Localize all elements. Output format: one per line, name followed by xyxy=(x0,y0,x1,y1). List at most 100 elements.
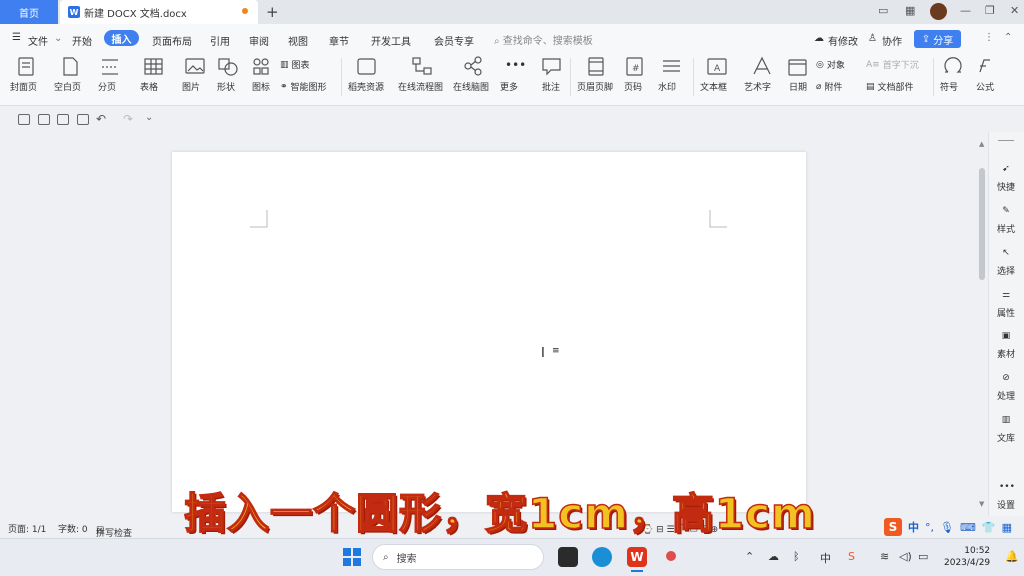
home-tab[interactable]: 首页 xyxy=(0,0,58,24)
object-button[interactable]: ◎ 对象 xyxy=(816,58,845,72)
ime-lang[interactable]: 中 xyxy=(908,519,919,535)
table-button[interactable]: 表格 xyxy=(140,80,158,93)
taskbar-clock[interactable]: 10:52 2023/4/29 xyxy=(944,545,990,569)
page-break-button[interactable]: 分页 xyxy=(98,80,116,93)
panel-quick[interactable]: ➹ 快捷 xyxy=(988,164,1024,193)
has-changes-label[interactable]: 有修改 xyxy=(828,33,858,48)
textbox-button[interactable]: 文本框 xyxy=(700,80,727,93)
panel-process[interactable]: ⊘ 处理 xyxy=(988,373,1024,402)
tray-sogou-icon[interactable]: S xyxy=(848,550,855,563)
scroll-down-icon[interactable]: ▼ xyxy=(979,500,984,508)
menu-chapter[interactable]: 章节 xyxy=(329,33,349,48)
ime-toolbar[interactable]: S 中 °, 🎙 ⌨ 👕 ▦ xyxy=(880,516,1024,538)
command-search[interactable]: ⌕ 查找命令、搜索模板 xyxy=(494,32,593,47)
app-icon[interactable] xyxy=(558,547,578,567)
panel-settings[interactable]: ••• 设置 xyxy=(988,482,1024,511)
picture-button[interactable]: 图片 xyxy=(182,80,200,93)
wps-office-icon[interactable]: W xyxy=(627,547,647,567)
mic-icon[interactable]: 🎙 xyxy=(940,521,954,534)
tray-cloud-icon[interactable]: ☁ xyxy=(768,550,779,563)
menu-references[interactable]: 引用 xyxy=(210,33,230,48)
new-tab-button[interactable]: + xyxy=(266,3,279,21)
menu-member[interactable]: 会员专享 xyxy=(434,33,474,48)
print-icon[interactable] xyxy=(57,114,69,125)
panel-properties[interactable]: ⚌ 属性 xyxy=(988,290,1024,319)
symbol-button[interactable]: 符号 xyxy=(940,80,958,93)
comment-button[interactable]: 批注 xyxy=(542,80,560,93)
ime-punct-icon[interactable]: °, xyxy=(925,521,934,534)
windows-start-icon[interactable] xyxy=(342,547,362,567)
blank-page-button[interactable]: 空白页 xyxy=(54,80,81,93)
page-count[interactable]: 页面: 1/1 xyxy=(8,522,46,535)
menu-view[interactable]: 视图 xyxy=(288,33,308,48)
menu-insert[interactable]: 插入 xyxy=(104,30,139,46)
wifi-icon[interactable]: ≋ xyxy=(880,550,889,563)
sogou-ime-icon[interactable]: S xyxy=(884,518,902,536)
toolbox-icon[interactable]: ▦ xyxy=(1002,521,1012,534)
shape-button[interactable]: 形状 xyxy=(217,80,235,93)
smartart-button[interactable]: ⚭ 智能图形 xyxy=(280,80,327,94)
collab-button[interactable]: 协作 xyxy=(882,33,902,48)
icon-library-button[interactable]: 图标 xyxy=(252,80,270,93)
doc-parts-button[interactable]: ▤ 文档部件 xyxy=(866,80,914,94)
panel-drag-handle[interactable] xyxy=(998,140,1014,141)
chart-button[interactable]: ▥ 图表 xyxy=(280,58,310,72)
date-button[interactable]: 日期 xyxy=(789,80,807,93)
tray-bluetooth-icon[interactable]: ᛒ xyxy=(793,550,800,563)
ellipsis-icon: ••• xyxy=(999,482,1015,492)
formula-button[interactable]: 公式 xyxy=(976,80,994,93)
grid-apps-icon[interactable]: ▦ xyxy=(905,4,915,17)
document-tab[interactable]: W 新建 DOCX 文档.docx xyxy=(60,0,258,24)
scrollbar-thumb[interactable] xyxy=(979,168,985,280)
library-icon: ▥ xyxy=(1001,415,1011,425)
export-pdf-icon[interactable] xyxy=(38,114,50,125)
battery-icon[interactable]: ▭ xyxy=(918,550,928,563)
menu-layout[interactable]: 页面布局 xyxy=(152,33,192,48)
keyboard-icon[interactable]: ⌨ xyxy=(960,521,976,534)
cover-page-button[interactable]: 封面页 xyxy=(10,80,37,93)
daoke-resources-button[interactable]: 稻壳资源 xyxy=(348,80,384,93)
skin-icon[interactable]: 👕 xyxy=(982,521,996,534)
header-footer-button[interactable]: 页眉页脚 xyxy=(577,80,613,93)
close-icon[interactable]: ✕ xyxy=(1010,4,1019,17)
restore-icon[interactable]: ❐ xyxy=(985,4,995,17)
layout-toggle-icon[interactable]: ▭ xyxy=(878,4,888,17)
menu-developer[interactable]: 开发工具 xyxy=(371,33,411,48)
customize-qa-icon[interactable]: ⌄ xyxy=(145,112,153,123)
share-button[interactable]: ⇪ 分享 xyxy=(914,30,961,48)
menu-start[interactable]: 开始 xyxy=(72,33,92,48)
collapse-ribbon-icon[interactable]: ⌃ xyxy=(1004,32,1012,43)
taskbar-search[interactable]: ⌕ 搜索 xyxy=(372,544,544,570)
edge-browser-icon[interactable] xyxy=(592,547,612,567)
wordart-button[interactable]: 艺术字 xyxy=(744,80,771,93)
volume-icon[interactable]: ◁) xyxy=(899,550,912,563)
tray-chevron-icon[interactable]: ⌃ xyxy=(745,550,754,563)
minimize-icon[interactable]: — xyxy=(960,4,971,17)
watermark-button[interactable]: 水印 xyxy=(658,80,676,93)
undo-icon[interactable]: ↶ xyxy=(96,112,106,126)
panel-select[interactable]: ↖ 选择 xyxy=(988,248,1024,277)
print-preview-icon[interactable] xyxy=(77,114,89,125)
more-button[interactable]: 更多 xyxy=(500,80,518,93)
panel-library[interactable]: ▥ 文库 xyxy=(988,415,1024,444)
more-options-icon[interactable]: ⋮ xyxy=(984,32,994,43)
attachment-button[interactable]: ⌀ 附件 xyxy=(816,80,842,94)
recorder-icon[interactable] xyxy=(666,551,676,561)
tray-ime-icon[interactable]: 中 xyxy=(820,550,831,566)
user-avatar[interactable] xyxy=(930,3,947,20)
hamburger-icon[interactable]: ☰ xyxy=(12,32,21,43)
flowchart-button[interactable]: 在线流程图 xyxy=(398,80,443,93)
panel-materials[interactable]: ▣ 素材 xyxy=(988,331,1024,360)
notification-icon[interactable]: 🔔 xyxy=(1005,550,1019,563)
mindmap-button[interactable]: 在线脑图 xyxy=(453,80,489,93)
page-number-button[interactable]: 页码 xyxy=(624,80,642,93)
chevron-down-icon[interactable]: ⌄ xyxy=(54,33,62,44)
save-icon[interactable] xyxy=(18,114,30,125)
scroll-up-icon[interactable]: ▲ xyxy=(979,140,984,148)
menu-file[interactable]: 文件 xyxy=(28,33,48,48)
dropcap-button[interactable]: A≡ 首字下沉 xyxy=(866,58,919,72)
menu-review[interactable]: 审阅 xyxy=(249,33,269,48)
redo-icon[interactable]: ↷ xyxy=(123,112,133,126)
panel-styles[interactable]: ✎ 样式 xyxy=(988,206,1024,235)
word-count[interactable]: 字数: 0 xyxy=(58,522,88,535)
